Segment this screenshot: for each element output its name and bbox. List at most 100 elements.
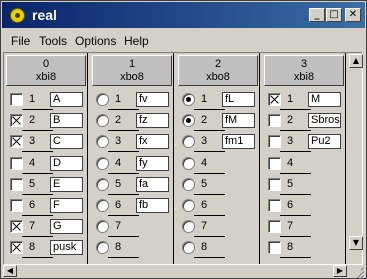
checkbox[interactable]	[268, 93, 281, 106]
channel-row: 8	[176, 237, 260, 259]
channel-row: 4 fy	[90, 153, 174, 174]
signal-name-field[interactable]: fm1	[222, 134, 255, 150]
checkbox[interactable]	[268, 156, 281, 170]
row-number: 8	[29, 241, 36, 254]
channel-row: 5	[176, 174, 260, 195]
scroll-up-arrow-icon[interactable]: ▲	[349, 54, 363, 68]
row-number: 4	[115, 156, 122, 169]
signal-name-field[interactable]: G	[50, 219, 83, 235]
checkbox[interactable]	[10, 93, 23, 106]
checkbox[interactable]	[10, 220, 23, 234]
menu-help[interactable]: Help	[124, 34, 149, 48]
checkbox[interactable]	[10, 241, 23, 255]
scroll-right-arrow-icon[interactable]: ▶	[333, 265, 347, 277]
close-button[interactable]: ✕	[345, 8, 361, 22]
menu-options[interactable]: Options	[75, 34, 116, 48]
radio-button[interactable]	[96, 177, 109, 191]
title-bar[interactable]: real _ □ ✕	[2, 2, 365, 28]
row-number: 3	[29, 135, 36, 148]
signal-name-field[interactable]: fM	[222, 113, 255, 129]
row-number: 7	[29, 220, 36, 233]
signal-name-field[interactable]: D	[50, 155, 83, 171]
channel-row: 7	[262, 216, 346, 238]
signal-name-field[interactable]: fa	[136, 176, 169, 192]
column-header[interactable]: 2 xbo8	[178, 55, 258, 86]
channel-row: 3 Pu2	[262, 131, 346, 153]
signal-name-field[interactable]: B	[50, 113, 83, 129]
row-number: 2	[201, 114, 208, 127]
row-number: 3	[201, 135, 208, 148]
row-number: 3	[115, 135, 122, 148]
scroll-down-arrow-icon[interactable]: ▼	[349, 236, 363, 250]
radio-button[interactable]	[96, 241, 109, 255]
signal-name-field[interactable]: fL	[222, 92, 255, 107]
channel-column-2: 2 xbo8 1 fL 2 fM 3 fm1 4 5 6 7 8	[176, 53, 260, 264]
row-number: 6	[115, 199, 122, 211]
channel-row: 1 fv	[90, 89, 174, 110]
channel-row: 3 fx	[90, 131, 174, 153]
radio-button[interactable]	[96, 156, 109, 170]
column-header[interactable]: 0 xbi8	[6, 55, 86, 86]
horizontal-scrollbar[interactable]: ◀ ▶	[3, 265, 347, 277]
signal-name-field[interactable]: C	[50, 134, 83, 150]
radio-button[interactable]	[182, 199, 195, 212]
column-index: 0	[42, 58, 50, 70]
radio-button[interactable]	[182, 241, 195, 255]
radio-button[interactable]	[96, 114, 109, 128]
signal-name-field[interactable]: E	[50, 176, 83, 192]
signal-name-field[interactable]: fv	[136, 92, 169, 107]
signal-name-field[interactable]: M	[308, 92, 341, 107]
radio-button[interactable]	[182, 177, 195, 191]
resize-grip-icon[interactable]	[352, 264, 364, 279]
checkbox[interactable]	[10, 114, 23, 128]
row-underline	[22, 257, 53, 259]
row-number: 7	[201, 220, 208, 233]
checkbox[interactable]	[268, 114, 281, 128]
signal-name-field[interactable]: Pu2	[308, 134, 341, 150]
radio-button[interactable]	[182, 93, 195, 106]
radio-button[interactable]	[96, 135, 109, 149]
signal-name-field[interactable]: pusk	[50, 240, 83, 256]
channel-row: 6 fb	[90, 195, 174, 216]
signal-name-field[interactable]: Sbros	[308, 113, 341, 129]
column-header[interactable]: 1 xbo8	[92, 55, 172, 86]
signal-name-field[interactable]: F	[50, 198, 83, 213]
signal-name-field[interactable]: fb	[136, 198, 169, 213]
checkbox[interactable]	[268, 220, 281, 234]
app-icon[interactable]	[10, 8, 25, 23]
signal-name-field[interactable]: fy	[136, 155, 169, 171]
column-header[interactable]: 3 xbi8	[264, 55, 344, 86]
signal-name-field[interactable]: fx	[136, 134, 169, 150]
window-title: real	[32, 7, 57, 23]
radio-button[interactable]	[182, 114, 195, 128]
menu-bar: File Tools Options Help	[2, 30, 365, 50]
row-number: 5	[115, 177, 122, 190]
checkbox[interactable]	[268, 177, 281, 191]
scroll-left-arrow-icon[interactable]: ◀	[3, 265, 17, 277]
radio-button[interactable]	[182, 220, 195, 234]
signal-name-field[interactable]: A	[50, 92, 83, 107]
row-number: 3	[287, 135, 294, 148]
signal-name-field[interactable]: fz	[136, 113, 169, 129]
radio-button[interactable]	[96, 199, 109, 212]
maximize-button[interactable]: □	[326, 8, 342, 22]
channel-column-1: 1 xbo8 1 fv 2 fz 3 fx 4 fy 5 fa 6 fb 7 8	[90, 53, 174, 264]
menu-tools[interactable]: Tools	[39, 34, 67, 48]
checkbox[interactable]	[268, 241, 281, 255]
channel-row: 8	[262, 237, 346, 259]
checkbox[interactable]	[10, 199, 23, 212]
minimize-button[interactable]: _	[309, 8, 325, 22]
vertical-scrollbar[interactable]: ▲ ▼	[348, 52, 364, 265]
checkbox[interactable]	[10, 135, 23, 149]
row-number: 1	[201, 93, 208, 105]
radio-button[interactable]	[182, 135, 195, 149]
radio-button[interactable]	[96, 93, 109, 106]
menu-file[interactable]: File	[11, 34, 30, 48]
checkbox[interactable]	[10, 177, 23, 191]
channel-row: 7G	[4, 216, 88, 238]
radio-button[interactable]	[182, 156, 195, 170]
checkbox[interactable]	[268, 135, 281, 149]
radio-button[interactable]	[96, 220, 109, 234]
checkbox[interactable]	[10, 156, 23, 170]
checkbox[interactable]	[268, 199, 281, 212]
